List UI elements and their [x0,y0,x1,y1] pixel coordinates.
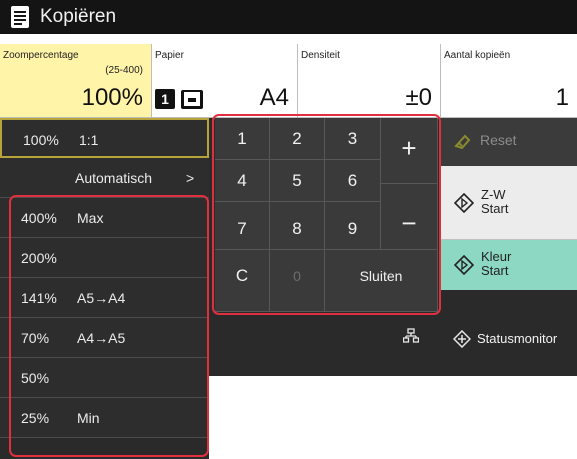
zoom-preset-name: A4→A5 [77,330,126,346]
status-monitor-icon [453,330,471,348]
network-icon[interactable] [403,328,419,344]
density-setting-value: ±0 [405,84,432,111]
copies-setting-tile[interactable]: Aantal kopieën 1 [441,44,577,118]
zoom-setting-label: Zoompercentage [3,50,79,61]
keypad-key-2[interactable]: 2 [270,118,325,160]
keypad-key-6[interactable]: 6 [325,160,381,202]
keypad-plus-key[interactable]: + [381,118,438,184]
zoom-preset-name: Min [77,410,100,426]
keypad-close-button[interactable]: Sluiten [325,250,438,312]
chevron-right-icon: > [186,170,195,186]
tray-number-badge: 1 [155,89,175,109]
bw-start-label-line2: Start [481,201,509,216]
color-start-label-line2: Start [481,263,509,278]
start-diamond-icon [454,255,474,275]
keypad-key-9[interactable]: 9 [325,202,381,250]
status-monitor-label: Statusmonitor [477,331,558,346]
copies-setting-value: 1 [555,84,569,111]
zoom-preset-percent: 70% [21,330,50,346]
zoom-preset-name: Max [77,210,104,226]
bw-start-label-line1: Z-W [481,187,506,202]
zoom-preset-percent: 141% [21,290,57,306]
zoom-preset-100[interactable]: 100% 1:1 [0,118,209,158]
zoom-preset-percent: 25% [21,410,50,426]
keypad-key-4[interactable]: 4 [215,160,270,202]
copies-setting-label: Aantal kopieën [444,50,511,61]
reset-button[interactable]: Reset [441,118,577,166]
zoom-preset-name: A5→A4 [77,290,126,306]
keypad-clear-key[interactable]: C [215,250,270,312]
empty-area [209,376,577,459]
reset-label: Reset [480,132,517,148]
zoom-preset-percent: 50% [21,370,50,386]
keypad-key-8[interactable]: 8 [270,202,325,250]
paper-setting-label: Papier [155,50,184,61]
density-setting-label: Densiteit [301,50,340,61]
copy-document-icon [11,6,29,28]
zoom-preset-141[interactable]: 141% A5→A4 [0,278,209,318]
zoom-preset-percent: 100% [23,132,59,148]
eraser-icon [454,134,471,150]
start-diamond-icon [454,193,474,213]
zoom-range-hint: (25-400) [105,65,143,76]
paper-setting-tile[interactable]: Papier 1 A4 [152,44,298,118]
zoom-auto-label: Automatisch [75,170,153,186]
color-start-label-line1: Kleur [481,249,512,264]
paper-tray-icon [181,90,203,109]
zoom-preset-percent: 400% [21,210,57,226]
zoom-auto-button[interactable]: Automatisch > [0,158,209,198]
color-start-button[interactable]: Kleur Start [441,240,577,290]
zoom-preset-400[interactable]: 400% Max [0,198,209,238]
zoom-preset-25[interactable]: 25% Min [0,398,209,438]
keypad-key-3[interactable]: 3 [325,118,381,160]
zoom-preset-70[interactable]: 70% A4→A5 [0,318,209,358]
zoom-preset-50[interactable]: 50% [0,358,209,398]
zoom-setting-value: 100% [81,84,143,111]
keypad-key-0[interactable]: 0 [270,250,325,312]
keypad-minus-key[interactable]: − [381,184,438,250]
bw-start-button[interactable]: Z-W Start [441,166,577,240]
keypad-key-1[interactable]: 1 [215,118,270,160]
zoom-preset-name: 1:1 [79,132,99,148]
status-monitor-button[interactable]: Statusmonitor [441,322,577,354]
zoom-setting-tile[interactable]: Zoompercentage (25-400) 100% [0,44,152,118]
page-title: Kopiëren [40,6,117,27]
zoom-preset-200[interactable]: 200% [0,238,209,278]
keypad-key-7[interactable]: 7 [215,202,270,250]
zoom-preset-percent: 200% [21,250,57,266]
keypad-key-5[interactable]: 5 [270,160,325,202]
paper-setting-value: A4 [259,84,289,111]
density-setting-tile[interactable]: Densiteit ±0 [298,44,441,118]
